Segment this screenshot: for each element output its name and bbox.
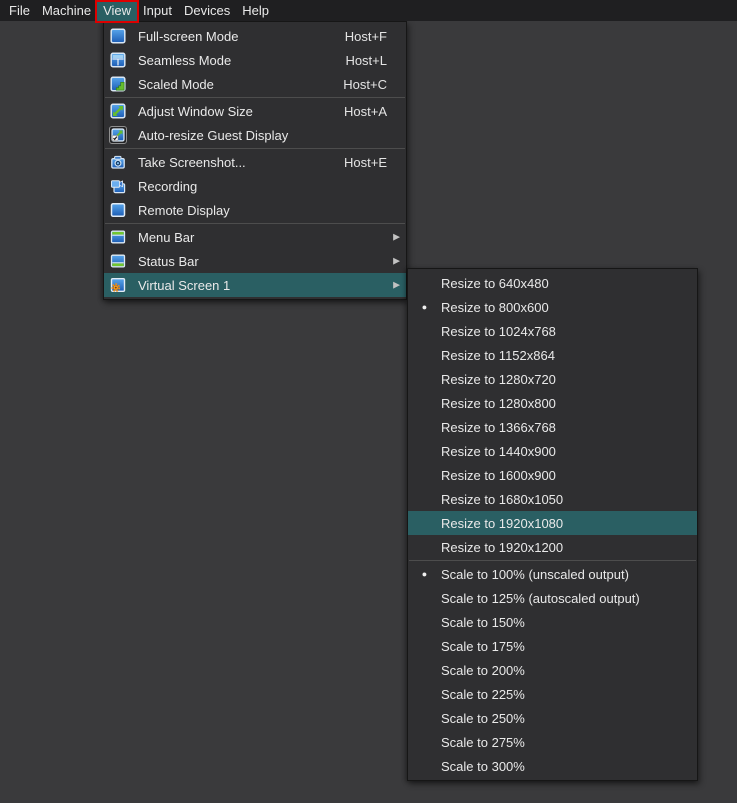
- submenu-item-label: Scale to 150%: [441, 615, 525, 630]
- menu-item-recording[interactable]: Recording: [104, 174, 406, 198]
- menu-item-label: Status Bar: [138, 254, 199, 269]
- submenu-item-label: Scale to 300%: [441, 759, 525, 774]
- submenu-item-resize-to-1024x768[interactable]: Resize to 1024x768: [408, 319, 697, 343]
- submenu-item-resize-to-1152x864[interactable]: Resize to 1152x864: [408, 343, 697, 367]
- submenu-item-label: Resize to 1440x900: [441, 444, 556, 459]
- submenu-item-resize-to-640x480[interactable]: Resize to 640x480: [408, 271, 697, 295]
- submenu-item-label: Resize to 1366x768: [441, 420, 556, 435]
- menubar-item-input[interactable]: Input: [137, 0, 178, 21]
- submenu-item-resize-to-1440x900[interactable]: Resize to 1440x900: [408, 439, 697, 463]
- submenu-item-scale-to-125-autoscaled-output[interactable]: Scale to 125% (autoscaled output): [408, 586, 697, 610]
- submenu-item-label: Resize to 800x600: [441, 300, 549, 315]
- menu-item-shortcut: Host+C: [343, 77, 401, 92]
- menu-item-shortcut: Host+F: [345, 29, 401, 44]
- menu-item-label: Seamless Mode: [138, 53, 231, 68]
- menu-item-label: Take Screenshot...: [138, 155, 246, 170]
- submenu-item-scale-to-225[interactable]: Scale to 225%: [408, 682, 697, 706]
- menu-item-virtual-screen-1[interactable]: Virtual Screen 1 ▶: [104, 273, 406, 297]
- submenu-item-resize-to-1280x800[interactable]: Resize to 1280x800: [408, 391, 697, 415]
- submenu-item-label: Scale to 200%: [441, 663, 525, 678]
- menu-item-scaled-mode[interactable]: Scaled Mode Host+C: [104, 72, 406, 96]
- menu-item-adjust-window-size[interactable]: Adjust Window Size Host+A: [104, 99, 406, 123]
- submenu-item-scale-to-100-unscaled-output[interactable]: ●Scale to 100% (unscaled output): [408, 562, 697, 586]
- submenu-item-label: Resize to 1152x864: [441, 348, 555, 363]
- menu-item-label: Full-screen Mode: [138, 29, 238, 44]
- submenu-item-label: Resize to 1600x900: [441, 468, 556, 483]
- menu-item-label: Remote Display: [138, 203, 230, 218]
- submenu-item-label: Scale to 225%: [441, 687, 525, 702]
- radio-selected-icon: ●: [408, 562, 441, 586]
- menubar-item-help[interactable]: Help: [236, 0, 275, 21]
- menu-item-seamless-mode[interactable]: Seamless Mode Host+L: [104, 48, 406, 72]
- fullscreen-icon: [109, 27, 127, 45]
- menu-separator: [105, 148, 405, 149]
- menu-item-full-screen-mode[interactable]: Full-screen Mode Host+F: [104, 24, 406, 48]
- menu-item-shortcut: Host+L: [345, 53, 401, 68]
- view-menu: Full-screen Mode Host+F Seamless Mode Host+…: [103, 21, 407, 300]
- submenu-item-scale-to-275[interactable]: Scale to 275%: [408, 730, 697, 754]
- submenu-item-label: Resize to 1024x768: [441, 324, 556, 339]
- submenu-item-label: Resize to 1280x720: [441, 372, 556, 387]
- recording-icon: [109, 177, 127, 195]
- menubar-item-file[interactable]: File: [3, 0, 36, 21]
- adjust-window-icon: [109, 102, 127, 120]
- submenu-item-resize-to-1366x768[interactable]: Resize to 1366x768: [408, 415, 697, 439]
- radio-selected-icon: ●: [408, 295, 441, 319]
- menubar-item-devices[interactable]: Devices: [178, 0, 236, 21]
- menu-item-label: Auto-resize Guest Display: [138, 128, 288, 143]
- submenu-item-scale-to-300[interactable]: Scale to 300%: [408, 754, 697, 778]
- submenu-item-label: Scale to 175%: [441, 639, 525, 654]
- submenu-item-label: Scale to 125% (autoscaled output): [441, 591, 640, 606]
- scaled-icon: [109, 75, 127, 93]
- autoresize-icon: [109, 126, 127, 144]
- submenu-item-resize-to-1920x1200[interactable]: Resize to 1920x1200: [408, 535, 697, 559]
- menu-item-auto-resize-guest-display[interactable]: Auto-resize Guest Display: [104, 123, 406, 147]
- submenu-arrow-icon: ▶: [393, 233, 400, 242]
- status-bar-icon: [109, 252, 127, 270]
- menu-item-status-bar[interactable]: Status Bar ▶: [104, 249, 406, 273]
- submenu-arrow-icon: ▶: [393, 281, 400, 290]
- submenu-item-resize-to-1600x900[interactable]: Resize to 1600x900: [408, 463, 697, 487]
- menubar: FileMachineViewInputDevicesHelp: [0, 0, 737, 21]
- submenu-item-label: Resize to 1680x1050: [441, 492, 563, 507]
- menubar-item-machine[interactable]: Machine: [36, 0, 97, 21]
- submenu-arrow-icon: ▶: [393, 257, 400, 266]
- virtual-screen-icon: [109, 276, 127, 294]
- submenu-item-label: Resize to 1280x800: [441, 396, 556, 411]
- virtualbox-window: FileMachineViewInputDevicesHelp Full-scr…: [0, 0, 737, 803]
- remote-display-icon: [109, 201, 127, 219]
- menubar-item-view[interactable]: View: [97, 0, 137, 21]
- submenu-item-scale-to-200[interactable]: Scale to 200%: [408, 658, 697, 682]
- seamless-icon: [109, 51, 127, 69]
- submenu-item-scale-to-150[interactable]: Scale to 150%: [408, 610, 697, 634]
- submenu-item-label: Resize to 1920x1080: [441, 516, 563, 531]
- submenu-item-label: Resize to 1920x1200: [441, 540, 563, 555]
- menu-item-label: Menu Bar: [138, 230, 194, 245]
- virtual-screen-submenu: Resize to 640x480●Resize to 800x600Resiz…: [407, 268, 698, 781]
- menu-item-label: Scaled Mode: [138, 77, 214, 92]
- menu-item-label: Virtual Screen 1: [138, 278, 230, 293]
- submenu-item-scale-to-175[interactable]: Scale to 175%: [408, 634, 697, 658]
- submenu-item-resize-to-1920x1080[interactable]: Resize to 1920x1080: [408, 511, 697, 535]
- submenu-item-label: Scale to 250%: [441, 711, 525, 726]
- submenu-item-resize-to-800x600[interactable]: ●Resize to 800x600: [408, 295, 697, 319]
- menu-item-shortcut: Host+E: [344, 155, 401, 170]
- menu-item-take-screenshot[interactable]: Take Screenshot... Host+E: [104, 150, 406, 174]
- submenu-item-resize-to-1680x1050[interactable]: Resize to 1680x1050: [408, 487, 697, 511]
- submenu-item-label: Scale to 100% (unscaled output): [441, 567, 629, 582]
- submenu-item-resize-to-1280x720[interactable]: Resize to 1280x720: [408, 367, 697, 391]
- menu-separator: [409, 560, 696, 561]
- menu-item-menu-bar[interactable]: Menu Bar ▶: [104, 225, 406, 249]
- menu-item-label: Recording: [138, 179, 197, 194]
- menu-separator: [105, 97, 405, 98]
- menu-item-label: Adjust Window Size: [138, 104, 253, 119]
- menu-item-shortcut: Host+A: [344, 104, 401, 119]
- menu-separator: [105, 223, 405, 224]
- submenu-item-label: Resize to 640x480: [441, 276, 549, 291]
- submenu-item-scale-to-250[interactable]: Scale to 250%: [408, 706, 697, 730]
- menu-item-remote-display[interactable]: Remote Display: [104, 198, 406, 222]
- menu-bar-icon: [109, 228, 127, 246]
- submenu-item-label: Scale to 275%: [441, 735, 525, 750]
- screenshot-icon: [109, 153, 127, 171]
